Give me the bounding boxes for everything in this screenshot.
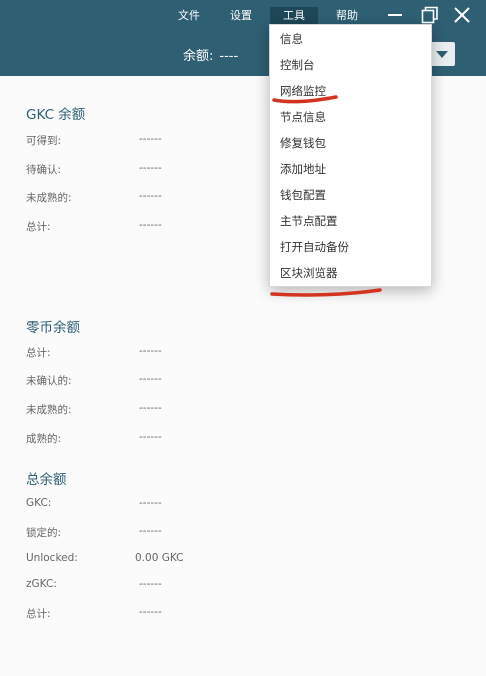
gkc-pending-value: ------ (139, 162, 162, 174)
close-icon (454, 7, 470, 23)
gkc-balance-title: GKC 余额 (26, 107, 86, 123)
gkc-pending-label: 待确认: (26, 164, 62, 176)
gkc-immature-label: 未成熟的: (26, 192, 72, 204)
menu-tools[interactable]: 工具 (270, 7, 318, 25)
menu-item-block-explorer[interactable]: 区块浏览器 (280, 263, 420, 283)
total-zgkc-label: zGKC: (26, 578, 57, 590)
chevron-down-icon (436, 51, 448, 58)
menu-item-auto-backup[interactable]: 打开自动备份 (280, 237, 420, 257)
zerocoin-balance-title: 零币余额 (26, 320, 80, 336)
total-sum-label: 总计: (26, 608, 51, 620)
tools-dropdown-menu: 信息 控制台 网络监控 节点信息 修复钱包 添加地址 钱包配置 主节点配置 打开… (269, 24, 432, 287)
maximize-button[interactable] (421, 6, 439, 24)
annotation-underline-block-explorer (270, 288, 382, 297)
zerocoin-unconfirmed-value: ------ (139, 373, 162, 385)
balance-value: ---- (219, 49, 239, 64)
total-unlocked-label: Unlocked: (26, 552, 78, 564)
gkc-immature-value: ------ (139, 190, 162, 202)
total-locked-value: ------ (139, 525, 162, 537)
menu-item-wallet-config[interactable]: 钱包配置 (280, 185, 420, 205)
annotation-underline-network-monitor (272, 95, 338, 104)
menu-item-information[interactable]: 信息 (280, 29, 420, 49)
minimize-icon (388, 14, 402, 16)
menu-item-add-address[interactable]: 添加地址 (280, 159, 420, 179)
menu-item-repair-wallet[interactable]: 修复钱包 (280, 133, 420, 153)
total-zgkc-value: ------ (139, 578, 162, 590)
close-button[interactable] (453, 6, 471, 24)
gkc-total-value: ------ (139, 219, 162, 231)
zerocoin-immature-label: 未成熟的: (26, 404, 72, 416)
gkc-total-label: 总计: (26, 221, 51, 233)
minimize-button[interactable] (387, 6, 403, 24)
total-balance-title: 总余额 (26, 472, 67, 488)
zerocoin-total-label: 总计: (26, 347, 51, 359)
zerocoin-mature-value: ------ (139, 431, 162, 443)
balance-label: 余额: (183, 49, 214, 64)
menu-item-console[interactable]: 控制台 (280, 55, 420, 75)
total-sum-value: ------ (139, 606, 162, 618)
total-unlocked-value: 0.00 GKC (135, 552, 184, 564)
unit-select-button[interactable] (429, 42, 455, 66)
gkc-available-label: 可得到: (26, 135, 62, 147)
zerocoin-unconfirmed-label: 未确认的: (26, 375, 72, 387)
menu-file[interactable]: 文件 (172, 7, 206, 25)
header-balance: 余额: ---- (183, 45, 238, 64)
gkc-available-value: ------ (139, 133, 162, 145)
zerocoin-mature-label: 成熟的: (26, 433, 62, 445)
total-gkc-label: GKC: (26, 497, 52, 509)
zerocoin-total-value: ------ (139, 345, 162, 357)
zerocoin-immature-value: ------ (139, 402, 162, 414)
menu-item-masternode-config[interactable]: 主节点配置 (280, 211, 420, 231)
menu-item-peers-info[interactable]: 节点信息 (280, 107, 420, 127)
restore-icon (421, 6, 438, 24)
menu-settings[interactable]: 设置 (224, 7, 258, 25)
total-locked-label: 锁定的: (26, 527, 62, 539)
total-gkc-value: ------ (139, 497, 162, 509)
menu-help[interactable]: 帮助 (330, 7, 364, 25)
